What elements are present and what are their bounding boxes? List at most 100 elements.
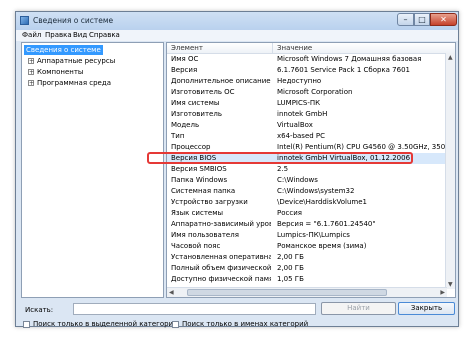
tree-item-hardware[interactable]: + Аппаратные ресурсы [28, 56, 115, 66]
table-row[interactable]: Аппаратно-зависимый уровен... Версия = "6… [167, 219, 455, 230]
row-value: LUMPICS-ПК [277, 99, 321, 107]
row-element: Версия SMBIOS [171, 165, 227, 173]
row-element: Доступно физической памяти [171, 275, 271, 283]
row-value: 2,00 ГБ [277, 253, 304, 261]
table-row[interactable]: Полный объем физической пам... 2,00 ГБ [167, 263, 455, 274]
table-row[interactable]: Версия 6.1.7601 Service Pack 1 Сборка 760… [167, 65, 455, 76]
expand-icon[interactable]: + [28, 69, 34, 76]
table-row[interactable]: Модель VirtualBox [167, 120, 455, 131]
table-header: Элемент Значение [167, 43, 455, 54]
table-row[interactable]: Системная папка C:\Windows\system32 [167, 186, 455, 197]
checkbox[interactable] [23, 320, 30, 328]
tree-item-software[interactable]: + Программная среда [28, 78, 111, 88]
row-element: Имя пользователя [171, 231, 239, 239]
expand-icon[interactable]: + [28, 80, 34, 87]
row-value: Недоступно [277, 77, 322, 85]
menu-file[interactable]: Файл [22, 31, 41, 39]
maximize-button[interactable]: □ [414, 13, 430, 26]
search-input[interactable] [73, 303, 316, 315]
row-element: Версия [171, 66, 198, 74]
row-value: Microsoft Windows 7 Домашняя базовая [277, 55, 422, 63]
tree-item-components[interactable]: + Компоненты [28, 67, 83, 77]
scroll-thumb[interactable] [187, 289, 387, 296]
checkbox-label: Поиск только в выделенной категории [33, 320, 178, 328]
column-header-value[interactable]: Значение [277, 44, 312, 52]
minimize-button[interactable]: – [397, 13, 414, 26]
row-element: Тип [171, 132, 185, 140]
menu-bar: Файл Правка Вид Справка [16, 30, 458, 41]
search-label: Искать: [25, 306, 54, 314]
expand-icon[interactable]: + [28, 58, 34, 65]
column-header-element[interactable]: Элемент [171, 44, 203, 52]
menu-edit[interactable]: Правка [45, 31, 72, 39]
row-value: Lumpics-ПК\Lumpics [277, 231, 350, 239]
table-row[interactable]: Изготовитель innotek GmbH [167, 109, 455, 120]
close-button[interactable]: Закрыть [398, 302, 455, 315]
row-value: 6.1.7601 Service Pack 1 Сборка 7601 [277, 66, 410, 74]
scroll-right-icon[interactable]: ▶ [440, 289, 445, 296]
column-divider[interactable] [272, 43, 273, 53]
row-value: Романское время (зима) [277, 242, 367, 250]
row-element: Изготовитель [171, 110, 222, 118]
row-element: Изготовитель ОС [171, 88, 235, 96]
table-row[interactable]: Тип x64-based PC [167, 131, 455, 142]
menu-help[interactable]: Справка [89, 31, 120, 39]
tree-item-label: Программная среда [37, 79, 111, 87]
checkbox-label: Поиск только в именах категорий [182, 320, 309, 328]
table-row[interactable]: Доступно физической памяти 1,05 ГБ [167, 274, 455, 285]
search-selected-category-checkbox[interactable]: Поиск только в выделенной категории [23, 319, 178, 329]
row-element: Имя системы [171, 99, 220, 107]
row-value: 2.5 [277, 165, 289, 173]
row-value: VirtualBox [277, 121, 313, 129]
row-value: 1,05 ГБ [277, 275, 304, 283]
row-element: Системная папка [171, 187, 236, 195]
table-row[interactable]: Установленная оперативная пам... 2,00 ГБ [167, 252, 455, 263]
table-row[interactable]: Имя ОС Microsoft Windows 7 Домашняя базов… [167, 54, 455, 65]
system-info-window: Сведения о системе – □ ✕ Файл Правка Вид… [15, 11, 459, 329]
row-value: x64-based PC [277, 132, 326, 140]
window-title: Сведения о системе [33, 16, 114, 25]
system-info-icon [20, 16, 29, 25]
table-row[interactable]: Устройство загрузки \Device\HarddiskVolum… [167, 197, 455, 208]
scroll-up-icon[interactable]: ▲ [448, 54, 453, 61]
checkbox[interactable] [172, 320, 179, 328]
row-value: Microsoft Corporation [277, 88, 353, 96]
row-value: Версия = "6.1.7601.24540" [277, 220, 376, 228]
table-row[interactable]: Версия SMBIOS 2.5 [167, 164, 455, 175]
table-row[interactable]: Изготовитель ОС Microsoft Corporation [167, 87, 455, 98]
tree-item-label: Компоненты [37, 68, 84, 76]
row-element: Папка Windows [171, 176, 228, 184]
tree-item-system-summary[interactable]: Сведения о системе [24, 45, 103, 55]
close-window-button[interactable]: ✕ [430, 13, 457, 26]
menu-view[interactable]: Вид [73, 31, 87, 39]
details-table: Элемент Значение Имя ОС Microsoft Windows… [166, 42, 456, 298]
table-row[interactable]: Язык системы Россия [167, 208, 455, 219]
table-row[interactable]: Имя пользователя Lumpics-ПК\Lumpics [167, 230, 455, 241]
table-row[interactable]: Часовой пояс Романское время (зима) [167, 241, 455, 252]
vertical-scrollbar[interactable]: ▲ ▼ [445, 53, 455, 289]
search-category-names-checkbox[interactable]: Поиск только в именах категорий [172, 319, 308, 329]
find-button[interactable]: Найти [321, 302, 396, 315]
category-tree: Сведения о системе + Аппаратные ресурсы +… [21, 42, 164, 298]
row-value: \Device\HarddiskVolume1 [277, 198, 367, 206]
scroll-left-icon[interactable]: ◀ [169, 289, 174, 296]
table-row[interactable]: Дополнительное описание ОС Недоступно [167, 76, 455, 87]
row-value: innotek GmbH [277, 110, 328, 118]
row-element: Дополнительное описание ОС [171, 77, 271, 85]
row-element: Модель [171, 121, 200, 129]
horizontal-scrollbar[interactable]: ◀ ▶ [167, 287, 447, 297]
row-element: Устройство загрузки [171, 198, 248, 206]
title-bar[interactable]: Сведения о системе – □ ✕ [16, 12, 458, 30]
row-element: Полный объем физической пам... [171, 264, 271, 272]
row-element: Часовой пояс [171, 242, 221, 250]
row-element: Имя ОС [171, 55, 199, 63]
row-element: Установленная оперативная пам... [171, 253, 271, 261]
row-element: Язык системы [171, 209, 224, 217]
table-row[interactable]: Папка Windows C:\Windows [167, 175, 455, 186]
table-row[interactable]: Имя системы LUMPICS-ПК [167, 98, 455, 109]
row-value: C:\Windows [277, 176, 318, 184]
row-value: C:\Windows\system32 [277, 187, 355, 195]
row-value: Россия [277, 209, 302, 217]
scroll-down-icon[interactable]: ▼ [448, 281, 453, 288]
bios-version-highlight [147, 152, 413, 164]
